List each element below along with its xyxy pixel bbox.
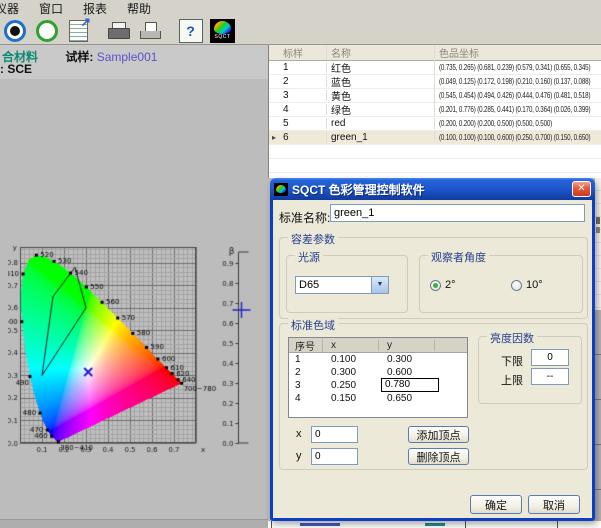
sce-measure-button[interactable] xyxy=(33,18,60,44)
dialog-title-bar[interactable]: SQCT 色彩管理控制软件 ✕ xyxy=(270,178,595,200)
background-table-row-strip xyxy=(268,521,601,528)
sci-measure-button[interactable] xyxy=(1,18,28,44)
menu-item-instrument[interactable]: 仪器 xyxy=(0,0,19,17)
background-grid-sliver xyxy=(595,310,601,521)
table-row-selected[interactable]: ▸ 6 green_1 (0.100, 0.100) (0.100, 0.600… xyxy=(269,131,601,145)
info-bar: 合材料 试样: Sample001 : SCE xyxy=(0,45,268,79)
column-header-name: 名称 xyxy=(327,45,435,60)
radio-10deg[interactable] xyxy=(511,280,522,291)
menu-item-window[interactable]: 窗口 xyxy=(39,0,63,17)
light-source-label: 光源 xyxy=(295,249,323,265)
add-vertex-button[interactable]: 添加顶点 xyxy=(408,426,469,443)
gamut-group-label: 标准色域 xyxy=(288,317,338,333)
column-header-coords: 色品坐标 xyxy=(435,45,601,60)
close-icon[interactable]: ✕ xyxy=(572,181,591,197)
help-button[interactable]: ? xyxy=(177,18,204,44)
table-row[interactable]: 2 蓝色 (0.049, 0.125) (0.172, 0.198) (0.21… xyxy=(269,75,601,89)
question-mark-icon: ? xyxy=(179,19,203,43)
table-row[interactable]: 5 red (0.200, 0.200) (0.200, 0.500) (0.5… xyxy=(269,117,601,131)
chevron-down-icon[interactable]: ▼ xyxy=(371,277,388,293)
vertex-row[interactable]: 2 0.300 0.600 xyxy=(289,366,467,379)
sqct-app-icon xyxy=(274,183,288,196)
vertex-table-header: 序号 x y xyxy=(289,338,467,353)
radio-2deg-label: 2° xyxy=(445,279,456,291)
observer-angle-group: 观察者角度 xyxy=(419,255,583,313)
radio-2deg[interactable] xyxy=(430,280,441,291)
background-mark xyxy=(596,217,600,224)
vertex-row[interactable]: 3 0.250 xyxy=(289,379,467,392)
light-source-value: D65 xyxy=(296,277,371,293)
print-button[interactable] xyxy=(105,18,132,44)
table-row-empty[interactable] xyxy=(269,159,601,173)
dialog-title: SQCT 色彩管理控制软件 xyxy=(292,181,572,198)
report-icon: ↗ xyxy=(69,20,88,42)
standard-name-label: 标准名称: xyxy=(279,209,330,226)
sample-name: Sample001 xyxy=(97,50,158,64)
sci-target-icon xyxy=(4,20,26,42)
chromaticity-canvas[interactable] xyxy=(8,238,266,476)
menu-item-help[interactable]: 帮助 xyxy=(127,0,151,17)
light-source-select[interactable]: D65 ▼ xyxy=(295,276,389,294)
luminance-group-label: 亮度因数 xyxy=(487,330,537,346)
ok-button[interactable]: 确定 xyxy=(470,495,522,514)
tolerance-group-label: 容差参数 xyxy=(288,231,338,247)
table-row[interactable]: 4 绿色 (0.201, 0.776) (0.285, 0.441) (0.17… xyxy=(269,103,601,117)
sce-target-icon xyxy=(36,20,58,42)
export-button[interactable] xyxy=(137,18,164,44)
row-edit-marker: ▸ xyxy=(269,133,279,142)
report-button[interactable]: ↗ xyxy=(65,18,92,44)
radio-10deg-label: 10° xyxy=(526,279,543,291)
printer-icon xyxy=(108,22,129,40)
vertex-table: 序号 x y 1 0.100 0.300 2 0.300 0.600 3 0.2… xyxy=(288,337,468,418)
toolbar: ↗ ? SQCT xyxy=(0,17,601,45)
vertex-row[interactable]: 1 0.100 0.300 xyxy=(289,353,467,366)
background-mark xyxy=(596,227,600,233)
x-entry-input[interactable]: 0 xyxy=(311,426,358,443)
x-entry-label: x xyxy=(296,428,302,440)
table-row[interactable]: 1 红色 (0.735, 0.265) (0.681, 0.239) (0.57… xyxy=(269,61,601,75)
cancel-button[interactable]: 取消 xyxy=(528,495,580,514)
arrow-up-right-icon: ↗ xyxy=(80,15,91,31)
standards-table: 标样 名称 色品坐标 1 红色 (0.735, 0.265) (0.681, 0… xyxy=(268,45,601,178)
vertex-y-edit-input[interactable]: 0.780 xyxy=(381,378,439,392)
sqct-gamut-icon: SQCT xyxy=(210,19,235,43)
lower-limit-input[interactable]: 0 xyxy=(531,349,569,366)
column-header-standard: 标样 xyxy=(279,45,327,60)
status-band xyxy=(0,519,268,528)
table-row-empty[interactable] xyxy=(269,145,601,159)
table-row[interactable]: 3 黄色 (0.545, 0.454) (0.494, 0.426) (0.44… xyxy=(269,89,601,103)
sample-label: 试样: xyxy=(65,50,93,64)
y-entry-input[interactable]: 0 xyxy=(311,448,358,465)
color-standard-dialog: SQCT 色彩管理控制软件 ✕ 标准名称: green_1 容差参数 光源 D6… xyxy=(270,178,595,521)
y-entry-label: y xyxy=(296,450,302,462)
sqct-button[interactable]: SQCT xyxy=(209,18,236,44)
observer-angle-label: 观察者角度 xyxy=(428,249,489,265)
delete-vertex-button[interactable]: 删除顶点 xyxy=(408,448,469,465)
standard-name-input[interactable]: green_1 xyxy=(330,204,585,222)
output-tray-icon xyxy=(140,22,161,40)
standards-table-header: 标样 名称 色品坐标 xyxy=(269,45,601,61)
mode-label: : SCE xyxy=(0,62,32,76)
vertex-row[interactable]: 4 0.150 0.650 xyxy=(289,392,467,405)
background-table-sliver xyxy=(595,178,601,310)
app-window: 仪器 窗口 报表 帮助 ↗ ? SQCT 合材料 试样: xyxy=(0,0,601,528)
upper-limit-label: 上限 xyxy=(501,372,523,388)
upper-limit-input[interactable]: -- xyxy=(531,368,569,385)
lower-limit-label: 下限 xyxy=(501,353,523,369)
